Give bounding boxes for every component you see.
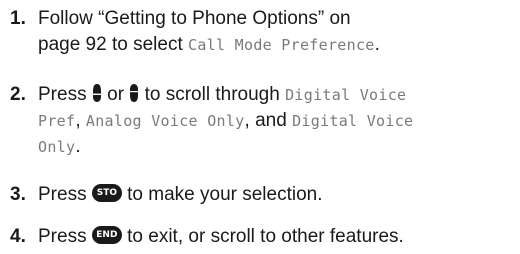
step-number: 4.	[10, 226, 26, 247]
step-1-text: page 92 to select	[38, 34, 188, 55]
step-text: Press END to exit, or scroll to other fe…	[38, 224, 518, 250]
press-text: Press	[38, 226, 87, 247]
lcd-digital-voice-only-part1: Digital Voice	[292, 112, 414, 130]
scroll-up-key-icon	[130, 83, 139, 102]
instruction-text: to make your selection.	[127, 184, 323, 205]
punctuation: ,	[75, 110, 81, 131]
or-text: or	[107, 84, 125, 105]
lcd-digital-voice-only-part2: Only	[38, 138, 76, 156]
lcd-analog-voice-only: Analog Voice Only	[85, 112, 245, 130]
lcd-digital-voice-pref-part1: Digital Voice	[285, 86, 407, 104]
punctuation: .	[75, 136, 81, 157]
end-key-icon: END	[91, 225, 122, 244]
step-text: Press or to scroll through Digital Voice…	[38, 82, 518, 160]
press-text: Press	[38, 84, 87, 105]
step-number: 1.	[10, 8, 26, 29]
and-text: , and	[244, 110, 287, 131]
step-1-line-2: page 92 to select Call Mode Preference.	[38, 32, 518, 58]
lcd-call-mode-preference: Call Mode Preference	[188, 36, 375, 54]
step-1-line-1: Follow “Getting to Phone Options” on	[38, 8, 351, 29]
step-text: Press STO to make your selection.	[38, 182, 518, 208]
step-text: Follow “Getting to Phone Options” on pag…	[38, 6, 518, 58]
step-2-line-3: Only.	[38, 134, 518, 160]
scroll-down-key-icon	[92, 83, 101, 102]
step-2-line-1: Press or to scroll through Digital Voice	[38, 82, 518, 108]
lcd-digital-voice-pref-part2: Pref	[38, 112, 76, 130]
press-text: Press	[38, 184, 87, 205]
sto-key-icon: STO	[91, 183, 122, 202]
punctuation: .	[374, 34, 380, 55]
step-2-line-2: Pref, Analog Voice Only, and Digital Voi…	[38, 108, 518, 134]
step-number: 2.	[10, 84, 26, 105]
instruction-text: to exit, or scroll to other features.	[127, 226, 404, 247]
scroll-text: to scroll through	[144, 84, 280, 105]
step-number: 3.	[10, 184, 26, 205]
